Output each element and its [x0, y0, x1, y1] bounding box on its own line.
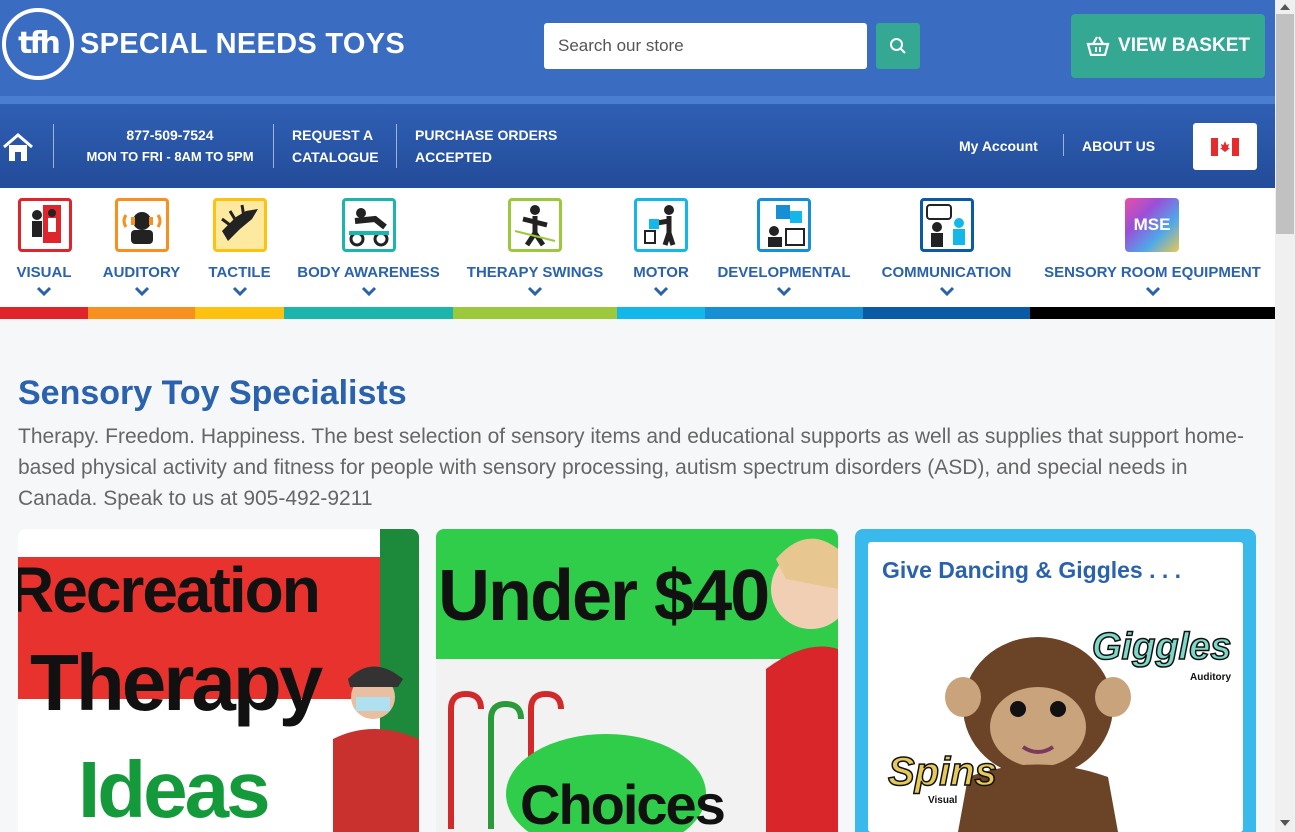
logo-mark[interactable]: tfh — [2, 8, 74, 80]
catalogue-line1: REQUEST A — [292, 127, 374, 143]
category-label: MOTOR — [633, 264, 689, 281]
card-line2: Choices — [520, 773, 726, 832]
category-color-bar — [195, 307, 284, 319]
category-color-bar — [284, 307, 453, 319]
chevron-down-icon — [939, 286, 954, 296]
chevron-down-icon — [527, 286, 543, 296]
therapy-swings-icon — [508, 198, 562, 252]
promo-card-under-40[interactable]: Under $40 Choices — [436, 529, 838, 832]
category-motor[interactable]: MOTOR — [617, 188, 705, 307]
po-line1: PURCHASE ORDERS — [415, 127, 558, 143]
motor-icon — [634, 198, 688, 252]
giggles-tag: Giggles — [1091, 625, 1232, 669]
category-label: VISUAL — [16, 264, 72, 281]
giggles-sub: Auditory — [1190, 672, 1232, 683]
card-line1: Recreation — [18, 554, 321, 626]
category-label: COMMUNICATION — [881, 264, 1012, 281]
card-heading: Give Dancing & Giggles . . . — [882, 557, 1182, 583]
scroll-up-icon[interactable] — [1280, 4, 1290, 10]
promo-card-recreation[interactable]: Recreation Therapy Ideas — [18, 529, 419, 832]
category-label: AUDITORY — [102, 264, 181, 281]
chevron-down-icon — [36, 286, 52, 296]
header-divider — [0, 96, 1275, 104]
body-awareness-icon — [342, 198, 396, 252]
category-color-bar — [1030, 307, 1275, 319]
basket-icon — [1086, 36, 1110, 56]
request-catalogue-link[interactable]: REQUEST A CATALOGUE — [292, 124, 379, 168]
logo-mark-text: tfh — [18, 26, 61, 61]
mse-icon: MSE — [1125, 198, 1179, 252]
category-color-bar — [453, 307, 617, 319]
catalogue-line2: CATALOGUE — [292, 149, 379, 165]
chevron-down-icon — [134, 286, 149, 296]
category-nav: VISUAL AUDITORY TACTILE BODY AWARENESS T… — [0, 188, 1275, 319]
card-line3: Ideas — [78, 745, 271, 832]
view-basket-label: VIEW BASKET — [1118, 35, 1250, 56]
tactile-icon — [213, 198, 267, 252]
search-icon — [890, 38, 906, 54]
visual-icon — [18, 198, 72, 252]
category-tactile[interactable]: TACTILE — [195, 188, 284, 307]
category-label: DEVELOPMENTAL — [717, 264, 851, 281]
country-selector[interactable] — [1193, 123, 1257, 170]
nav-divider — [53, 124, 54, 168]
chevron-down-icon — [361, 286, 376, 296]
chevron-down-icon — [776, 286, 792, 296]
category-body-awareness[interactable]: BODY AWARENESS — [284, 188, 453, 307]
chevron-down-icon — [232, 286, 247, 296]
category-color-bar — [705, 307, 863, 319]
category-color-bar — [863, 307, 1030, 319]
auditory-icon — [115, 198, 169, 252]
category-label: BODY AWARENESS — [297, 264, 440, 281]
category-visual[interactable]: VISUAL — [0, 188, 88, 307]
card-inner: Give Dancing & Giggles . . . Giggles Aud… — [868, 542, 1243, 832]
category-label: SENSORY ROOM EQUIPMENT — [1044, 264, 1261, 281]
logo-text[interactable]: SPECIAL NEEDS TOYS — [80, 28, 405, 61]
developmental-icon — [757, 198, 811, 252]
search-button[interactable] — [876, 23, 920, 69]
category-therapy-swings[interactable]: THERAPY SWINGS — [453, 188, 617, 307]
phone-hours[interactable]: 877-509-7524 MON TO FRI - 8AM TO 5PM — [84, 124, 256, 168]
scroll-thumb[interactable] — [1276, 14, 1294, 234]
purchase-orders-link[interactable]: PURCHASE ORDERS ACCEPTED — [415, 124, 557, 168]
page-intro: Therapy. Freedom. Happiness. The best se… — [18, 425, 1245, 510]
home-icon[interactable] — [2, 132, 34, 164]
page-title: Sensory Toy Specialists — [18, 374, 407, 412]
spins-sub: Visual — [928, 795, 958, 806]
category-color-bar — [0, 307, 88, 319]
child-photo — [766, 538, 838, 832]
category-label: TACTILE — [208, 264, 271, 281]
view-basket-button[interactable]: VIEW BASKET — [1071, 14, 1265, 78]
scroll-down-icon[interactable] — [1280, 820, 1290, 826]
category-communication[interactable]: COMMUNICATION — [863, 188, 1030, 307]
spins-tag: Spins — [887, 749, 997, 795]
nav-divider — [1063, 134, 1064, 156]
category-auditory[interactable]: AUDITORY — [88, 188, 195, 307]
site-header: tfh SPECIAL NEEDS TOYS VIEW BASKET — [0, 0, 1275, 96]
nav-divider — [273, 124, 274, 168]
about-us-link[interactable]: ABOUT US — [1082, 135, 1155, 157]
category-sensory-room-equipment[interactable]: MSE SENSORY ROOM EQUIPMENT — [1030, 188, 1275, 307]
card-line2: Therapy — [30, 638, 323, 727]
utility-nav: 877-509-7524 MON TO FRI - 8AM TO 5PM REQ… — [0, 104, 1275, 188]
category-color-bar — [88, 307, 195, 319]
category-label: THERAPY SWINGS — [466, 264, 604, 281]
search-input[interactable] — [544, 23, 867, 69]
communication-icon — [920, 198, 974, 252]
nav-divider — [396, 124, 397, 168]
card-line1: Under $40 — [438, 556, 770, 636]
phone-number: 877-509-7524 — [126, 127, 214, 143]
promo-card-dancing-giggles[interactable]: Give Dancing & Giggles . . . Giggles Aud… — [855, 529, 1256, 832]
chevron-down-icon — [1145, 286, 1160, 296]
po-line2: ACCEPTED — [415, 149, 493, 165]
category-developmental[interactable]: DEVELOPMENTAL — [705, 188, 863, 307]
boy-photo — [333, 666, 419, 832]
mse-icon-text: MSE — [1133, 215, 1171, 234]
category-color-bar — [617, 307, 705, 319]
canada-flag-icon — [1211, 137, 1239, 156]
chevron-down-icon — [653, 286, 669, 296]
my-account-link[interactable]: My Account — [959, 135, 1038, 157]
hours-text: MON TO FRI - 8AM TO 5PM — [86, 149, 254, 164]
